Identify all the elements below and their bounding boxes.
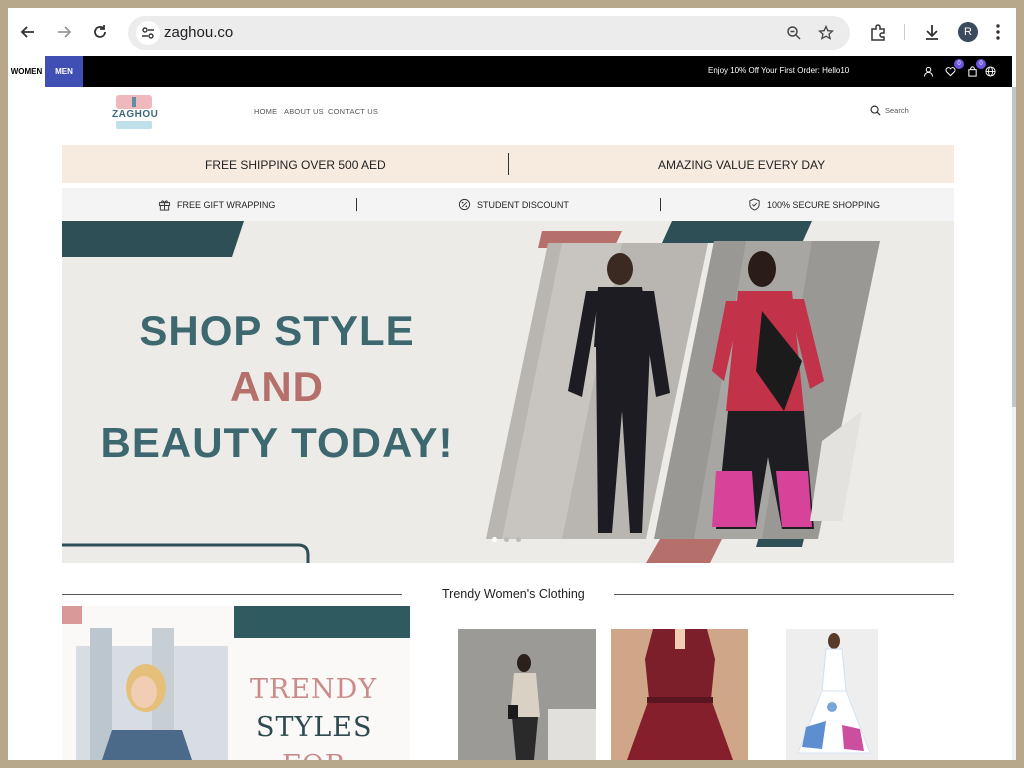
gift-wrapping-label: FREE GIFT WRAPPING bbox=[177, 199, 276, 210]
globe-icon[interactable] bbox=[982, 63, 998, 79]
promo-text: Enjoy 10% Off Your First Order: Hello10 bbox=[708, 66, 850, 75]
strip-divider bbox=[508, 153, 509, 175]
benefits-strip-primary: FREE SHIPPING OVER 500 AED AMAZING VALUE… bbox=[62, 145, 954, 183]
strip-divider bbox=[660, 198, 661, 211]
page-scrollbar[interactable] bbox=[1012, 87, 1016, 760]
logo-text: ZAGHOU bbox=[112, 109, 159, 120]
product-card-2[interactable] bbox=[611, 629, 748, 760]
reload-icon[interactable] bbox=[84, 16, 116, 48]
tab-women[interactable]: WOMEN bbox=[8, 56, 45, 87]
promo-card[interactable]: TRENDY STYLES FOR bbox=[62, 606, 410, 760]
slider-dot-2[interactable] bbox=[504, 537, 509, 542]
address-bar[interactable]: zaghou.co bbox=[128, 16, 850, 50]
slider-dot-3[interactable] bbox=[516, 537, 521, 542]
search-label: Search bbox=[885, 106, 909, 115]
secure-shopping-label: 100% SECURE SHOPPING bbox=[767, 199, 881, 210]
benefits-strip-secondary: FREE GIFT WRAPPING STUDENT DISCOUNT 100%… bbox=[62, 188, 954, 221]
hero-title-line1: SHOP STYLE bbox=[139, 307, 415, 354]
heart-icon[interactable]: 0 bbox=[942, 59, 964, 79]
site-settings-icon[interactable] bbox=[136, 21, 160, 45]
extensions-icon[interactable] bbox=[862, 16, 894, 48]
user-icon[interactable] bbox=[920, 63, 936, 79]
nav-home[interactable]: HOME bbox=[254, 107, 277, 116]
wishlist-count: 0 bbox=[954, 59, 964, 69]
promo-line3: FOR bbox=[282, 750, 346, 760]
hero-banner[interactable]: SHOP STYLE AND BEAUTY TODAY! bbox=[62, 221, 954, 563]
promo-line2: STYLES bbox=[256, 712, 373, 743]
product-card-1[interactable] bbox=[458, 629, 596, 760]
shield-icon bbox=[749, 198, 760, 211]
star-icon[interactable] bbox=[814, 21, 838, 45]
nav-about-us[interactable]: ABOUT US bbox=[284, 107, 324, 116]
search-icon bbox=[870, 105, 881, 116]
free-shipping-text: FREE SHIPPING OVER 500 AED bbox=[205, 158, 386, 172]
strip-divider bbox=[356, 198, 357, 211]
slider-dot-1[interactable] bbox=[492, 537, 497, 542]
browser-window: zaghou.co R WOMEN MEN Enjoy 10% Off Your… bbox=[8, 8, 1016, 760]
amazing-value-text: AMAZING VALUE EVERY DAY bbox=[658, 158, 826, 172]
menu-icon[interactable] bbox=[988, 16, 1008, 48]
zoom-icon[interactable] bbox=[782, 21, 806, 45]
download-icon[interactable] bbox=[916, 16, 948, 48]
site-topbar: WOMEN MEN Enjoy 10% Off Your First Order… bbox=[8, 56, 1012, 87]
product-card-3[interactable] bbox=[786, 629, 878, 760]
student-discount-item: STUDENT DISCOUNT bbox=[458, 198, 569, 211]
url-text[interactable]: zaghou.co bbox=[164, 24, 233, 41]
section-rule-right bbox=[614, 594, 954, 595]
search-button[interactable]: Search bbox=[870, 105, 909, 116]
forward-icon[interactable] bbox=[48, 16, 80, 48]
section-rule-left bbox=[62, 594, 402, 595]
section-title: Trendy Women's Clothing bbox=[442, 587, 585, 601]
toolbar-divider bbox=[904, 24, 905, 40]
gift-icon bbox=[158, 200, 171, 211]
bag-icon[interactable]: 0 bbox=[964, 59, 986, 79]
student-discount-label: STUDENT DISCOUNT bbox=[477, 199, 569, 210]
site-logo[interactable]: ZAGHOU bbox=[112, 94, 158, 130]
gift-wrapping-item: FREE GIFT WRAPPING bbox=[158, 198, 275, 211]
secure-shopping-item: 100% SECURE SHOPPING bbox=[748, 198, 880, 211]
scrollbar-thumb[interactable] bbox=[1012, 87, 1016, 407]
back-icon[interactable] bbox=[12, 16, 44, 48]
hero-title-line2: AND bbox=[230, 363, 324, 410]
profile-avatar[interactable]: R bbox=[958, 22, 978, 42]
discount-icon bbox=[458, 198, 471, 211]
hero-title-line3: BEAUTY TODAY! bbox=[100, 419, 454, 466]
tab-men[interactable]: MEN bbox=[45, 56, 83, 87]
browser-toolbar: zaghou.co R bbox=[8, 8, 1016, 56]
promo-line1: TRENDY bbox=[250, 674, 378, 705]
product-image-3 bbox=[786, 629, 878, 760]
nav-contact-us[interactable]: CONTACT US bbox=[328, 107, 378, 116]
product-image-1 bbox=[458, 629, 596, 760]
product-image-2 bbox=[611, 629, 748, 760]
